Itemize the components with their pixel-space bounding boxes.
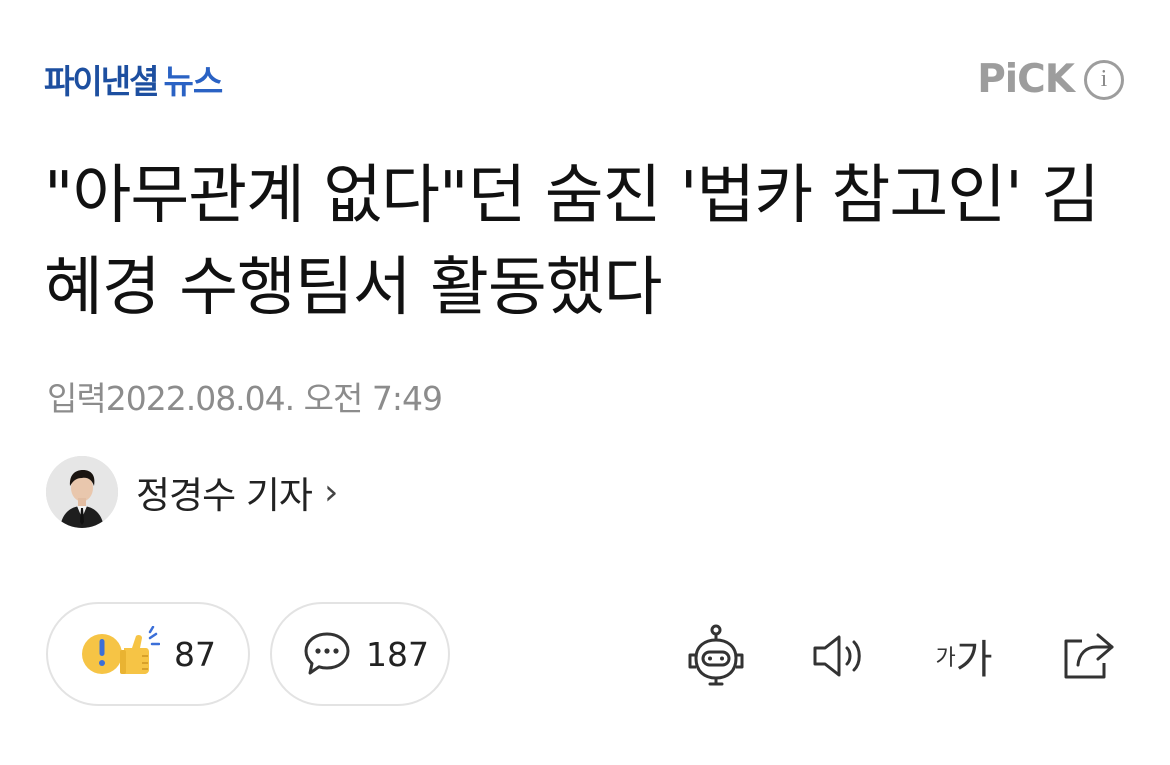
robot-icon [688, 624, 744, 686]
speech-bubble-icon [304, 632, 350, 675]
pick-label: PiCK [977, 57, 1075, 102]
press-logo[interactable]: 파이낸셜 뉴스 [44, 56, 223, 102]
reporter-name: 정경수 기자 [136, 474, 313, 517]
reaction-button[interactable]: 87 [46, 602, 250, 706]
font-size-button[interactable]: 가 가 [924, 618, 1004, 694]
comment-button[interactable]: 187 [270, 602, 450, 706]
speaker-icon [813, 635, 861, 677]
article-page: 파이낸셜 뉴스 PiCK i "아무관계 없다"던 숨진 '법카 참고인' 김혜… [0, 0, 1170, 765]
article-headline: "아무관계 없다"던 숨진 '법카 참고인' 김혜경 수행팀서 활동했다 [44, 159, 1100, 325]
press-name: 파이낸셜 [44, 62, 159, 101]
tts-button[interactable] [804, 618, 874, 694]
surprise-like-icon [82, 626, 160, 674]
published-time: 입력2022.08.04. 오전 7:49 [47, 379, 443, 418]
reporter-avatar [46, 456, 118, 528]
share-button[interactable] [1052, 618, 1124, 694]
pick-badge: PiCK i [977, 57, 1124, 102]
font-size-small-icon: 가 [935, 646, 956, 671]
info-icon[interactable]: i [1084, 59, 1124, 100]
font-size-big-icon: 가 [955, 637, 993, 683]
comment-count: 187 [366, 634, 429, 674]
press-name-sub: 뉴스 [163, 62, 223, 101]
summary-bot-button[interactable] [678, 618, 754, 694]
chevron-right-icon: › [323, 471, 339, 513]
reporter-link[interactable]: 정경수 기자 › [46, 456, 338, 528]
avatar-portrait-icon [46, 456, 118, 528]
article-toolbar: 가 가 [678, 618, 1124, 694]
share-icon [1064, 633, 1114, 679]
reaction-count: 87 [174, 634, 216, 674]
